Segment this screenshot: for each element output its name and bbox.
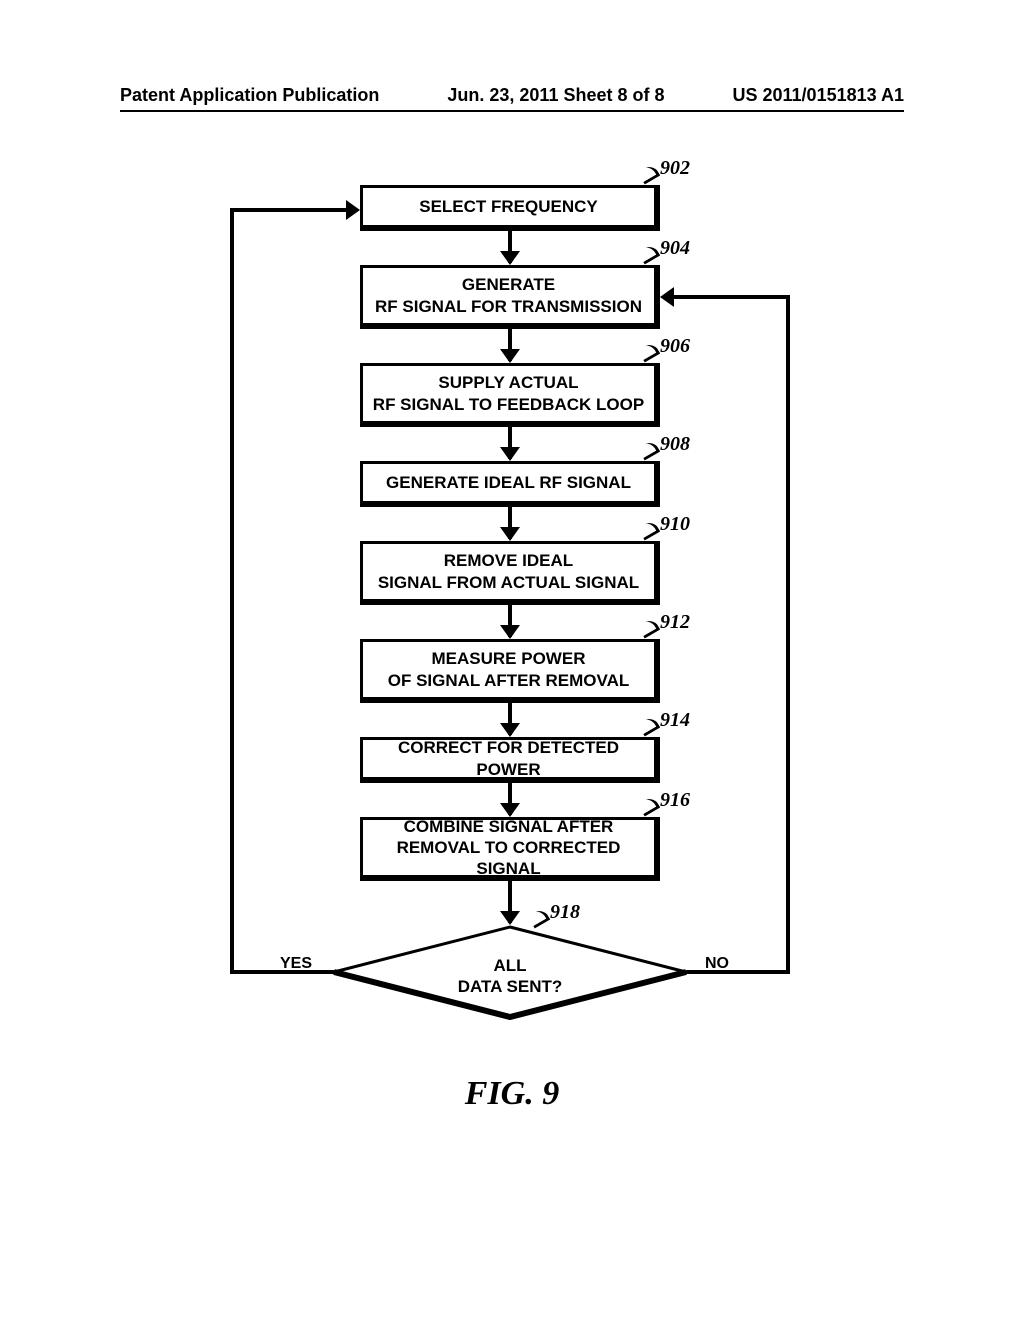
yes-line-h2	[230, 208, 348, 212]
arrow-910-912	[508, 605, 512, 637]
step-912-label: MEASURE POWEROF SIGNAL AFTER REMOVAL	[388, 648, 629, 691]
arrow-904-906	[508, 329, 512, 361]
step-910: REMOVE IDEALSIGNAL FROM ACTUAL SIGNAL	[360, 541, 660, 605]
step-910-label: REMOVE IDEALSIGNAL FROM ACTUAL SIGNAL	[378, 550, 639, 593]
hook-icon	[638, 715, 661, 736]
page-header: Patent Application Publication Jun. 23, …	[0, 85, 1024, 106]
no-line-h2	[672, 295, 790, 299]
hook-icon	[638, 795, 661, 816]
refnum-906: 906	[660, 335, 690, 358]
refnum-914: 914	[660, 709, 690, 732]
hook-icon	[638, 519, 661, 540]
step-906-label: SUPPLY ACTUALRF SIGNAL TO FEEDBACK LOOP	[373, 372, 644, 415]
hook-icon	[638, 163, 661, 184]
header-center: Jun. 23, 2011 Sheet 8 of 8	[447, 85, 664, 106]
yes-line-h1	[230, 970, 334, 974]
header-divider	[120, 110, 904, 112]
step-904-label: GENERATERF SIGNAL FOR TRANSMISSION	[375, 274, 642, 317]
refnum-908: 908	[660, 433, 690, 456]
yes-line-v	[230, 208, 234, 974]
step-904: GENERATERF SIGNAL FOR TRANSMISSION	[360, 265, 660, 329]
flowchart-figure: SELECT FREQUENCY 902 GENERATERF SIGNAL F…	[150, 165, 874, 1265]
decision-918: ALLDATA SENT?	[330, 925, 690, 1020]
header-right: US 2011/0151813 A1	[733, 85, 904, 106]
step-906: SUPPLY ACTUALRF SIGNAL TO FEEDBACK LOOP	[360, 363, 660, 427]
hook-icon	[638, 439, 661, 460]
no-line-v	[786, 295, 790, 974]
step-902: SELECT FREQUENCY	[360, 185, 660, 231]
step-912: MEASURE POWEROF SIGNAL AFTER REMOVAL	[360, 639, 660, 703]
decision-918-label: ALLDATA SENT?	[330, 955, 690, 998]
hook-icon	[638, 617, 661, 638]
step-916: COMBINE SIGNAL AFTERREMOVAL TO CORRECTED…	[360, 817, 660, 881]
step-914-label: CORRECT FOR DETECTED POWER	[369, 737, 648, 780]
refnum-904: 904	[660, 237, 690, 260]
hook-icon	[638, 341, 661, 362]
refnum-916: 916	[660, 789, 690, 812]
yes-arrowhead-icon	[346, 200, 360, 220]
arrow-906-908	[508, 427, 512, 459]
no-line-h1	[686, 970, 790, 974]
no-arrowhead-icon	[660, 287, 674, 307]
arrow-914-916	[508, 783, 512, 815]
header-left: Patent Application Publication	[120, 85, 379, 106]
refnum-910: 910	[660, 513, 690, 536]
hook-icon	[638, 243, 661, 264]
step-908-label: GENERATE IDEAL RF SIGNAL	[386, 472, 631, 493]
refnum-912: 912	[660, 611, 690, 634]
step-902-label: SELECT FREQUENCY	[419, 196, 598, 217]
arrow-908-910	[508, 507, 512, 539]
refnum-918: 918	[550, 901, 580, 924]
step-908: GENERATE IDEAL RF SIGNAL	[360, 461, 660, 507]
figure-caption: FIG. 9	[150, 1075, 874, 1265]
step-914: CORRECT FOR DETECTED POWER	[360, 737, 660, 783]
arrow-902-904	[508, 231, 512, 263]
arrow-912-914	[508, 703, 512, 735]
arrow-916-918	[508, 881, 512, 923]
refnum-902: 902	[660, 157, 690, 180]
step-916-label: COMBINE SIGNAL AFTERREMOVAL TO CORRECTED…	[369, 816, 648, 880]
